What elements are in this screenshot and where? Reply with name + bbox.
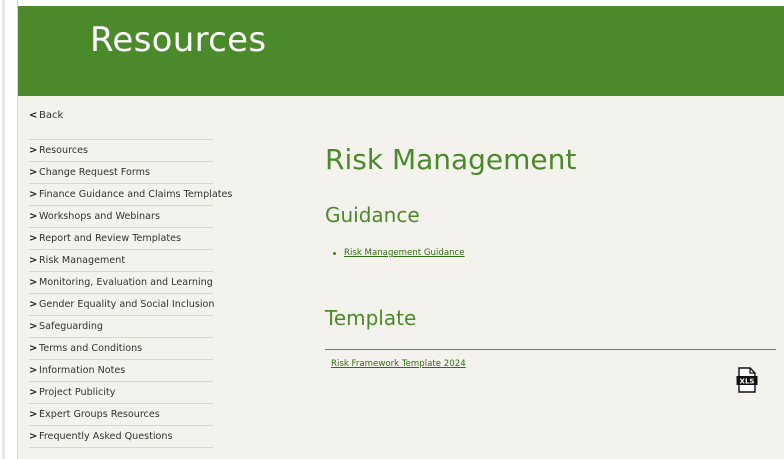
back-label: Back — [39, 110, 64, 121]
sidebar-item-label: Terms and Conditions — [39, 343, 143, 354]
chevron-right-icon: > — [29, 255, 38, 266]
content-area: < Back > Resources > Change Request Forms … — [18, 96, 784, 459]
risk-management-guidance-link[interactable]: Risk Management Guidance — [344, 248, 465, 258]
sidebar-item-label: Frequently Asked Questions — [39, 431, 173, 442]
sidebar-item-gender-equality[interactable]: > Gender Equality and Social Inclusion — [29, 294, 215, 316]
sidebar-item-label: Information Notes — [39, 365, 126, 376]
xls-file-icon[interactable]: XLS — [736, 367, 758, 393]
chevron-right-icon: > — [29, 321, 38, 332]
sidebar-nav: > Resources > Change Request Forms > Financ… — [29, 139, 232, 448]
chevron-right-icon: > — [29, 343, 38, 354]
chevron-right-icon: > — [29, 167, 38, 178]
back-link[interactable]: < Back — [29, 110, 63, 121]
chevron-right-icon: > — [29, 409, 38, 420]
template-heading: Template — [325, 306, 417, 330]
page-title: Risk Management — [325, 143, 577, 176]
chevron-right-icon: > — [29, 211, 38, 222]
chevron-right-icon: > — [29, 189, 38, 200]
list-item: Risk Management Guidance — [333, 248, 465, 258]
sidebar-item-label: Finance Guidance and Claims Templates — [39, 189, 233, 200]
sidebar-item-expert-groups[interactable]: > Expert Groups Resources — [29, 404, 213, 426]
sidebar-item-label: Change Request Forms — [39, 167, 150, 178]
sidebar-item-workshops-webinars[interactable]: > Workshops and Webinars — [29, 206, 213, 228]
chevron-right-icon: > — [29, 299, 38, 310]
header-banner: Resources — [18, 6, 784, 96]
sidebar-item-resources[interactable]: > Resources — [29, 140, 213, 162]
sidebar-item-label: Workshops and Webinars — [39, 211, 160, 222]
sidebar-item-label: Gender Equality and Social Inclusion — [39, 299, 215, 310]
chevron-right-icon: > — [29, 365, 38, 376]
chevron-left-icon: < — [29, 110, 38, 121]
sidebar-item-label: Safeguarding — [39, 321, 103, 332]
sidebar-item-label: Monitoring, Evaluation and Learning — [39, 277, 213, 288]
left-edge-divider — [2, 0, 5, 459]
sidebar-item-faq[interactable]: > Frequently Asked Questions — [29, 426, 213, 448]
sidebar-item-information-notes[interactable]: > Information Notes — [29, 360, 213, 382]
sidebar-item-label: Resources — [39, 145, 88, 156]
chevron-right-icon: > — [29, 145, 38, 156]
guidance-list: Risk Management Guidance — [333, 248, 465, 258]
left-edge-strip — [0, 0, 18, 459]
sidebar-item-risk-management[interactable]: > Risk Management — [29, 250, 213, 272]
chevron-right-icon: > — [29, 277, 38, 288]
page: Resources < Back > Resources > Change Requ… — [0, 0, 784, 459]
chevron-right-icon: > — [29, 387, 38, 398]
risk-framework-template-link[interactable]: Risk Framework Template 2024 — [331, 359, 466, 369]
sidebar-item-label: Report and Review Templates — [39, 233, 182, 244]
sidebar-item-safeguarding[interactable]: > Safeguarding — [29, 316, 213, 338]
sidebar-item-finance-guidance[interactable]: > Finance Guidance and Claims Templates — [29, 184, 232, 206]
divider — [325, 349, 776, 350]
bullet-icon — [333, 251, 336, 255]
chevron-right-icon: > — [29, 431, 38, 442]
sidebar-item-terms-conditions[interactable]: > Terms and Conditions — [29, 338, 213, 360]
sidebar-item-label: Expert Groups Resources — [39, 409, 160, 420]
banner-title: Resources — [90, 20, 267, 60]
sidebar-item-project-publicity[interactable]: > Project Publicity — [29, 382, 213, 404]
guidance-heading: Guidance — [325, 203, 420, 227]
sidebar-item-label: Project Publicity — [39, 387, 116, 398]
sidebar-item-label: Risk Management — [39, 255, 126, 266]
xls-icon-label: XLS — [740, 378, 755, 386]
sidebar-item-monitoring-evaluation[interactable]: > Monitoring, Evaluation and Learning — [29, 272, 213, 294]
chevron-right-icon: > — [29, 233, 38, 244]
sidebar-item-change-request-forms[interactable]: > Change Request Forms — [29, 162, 213, 184]
sidebar-item-report-review-templates[interactable]: > Report and Review Templates — [29, 228, 213, 250]
